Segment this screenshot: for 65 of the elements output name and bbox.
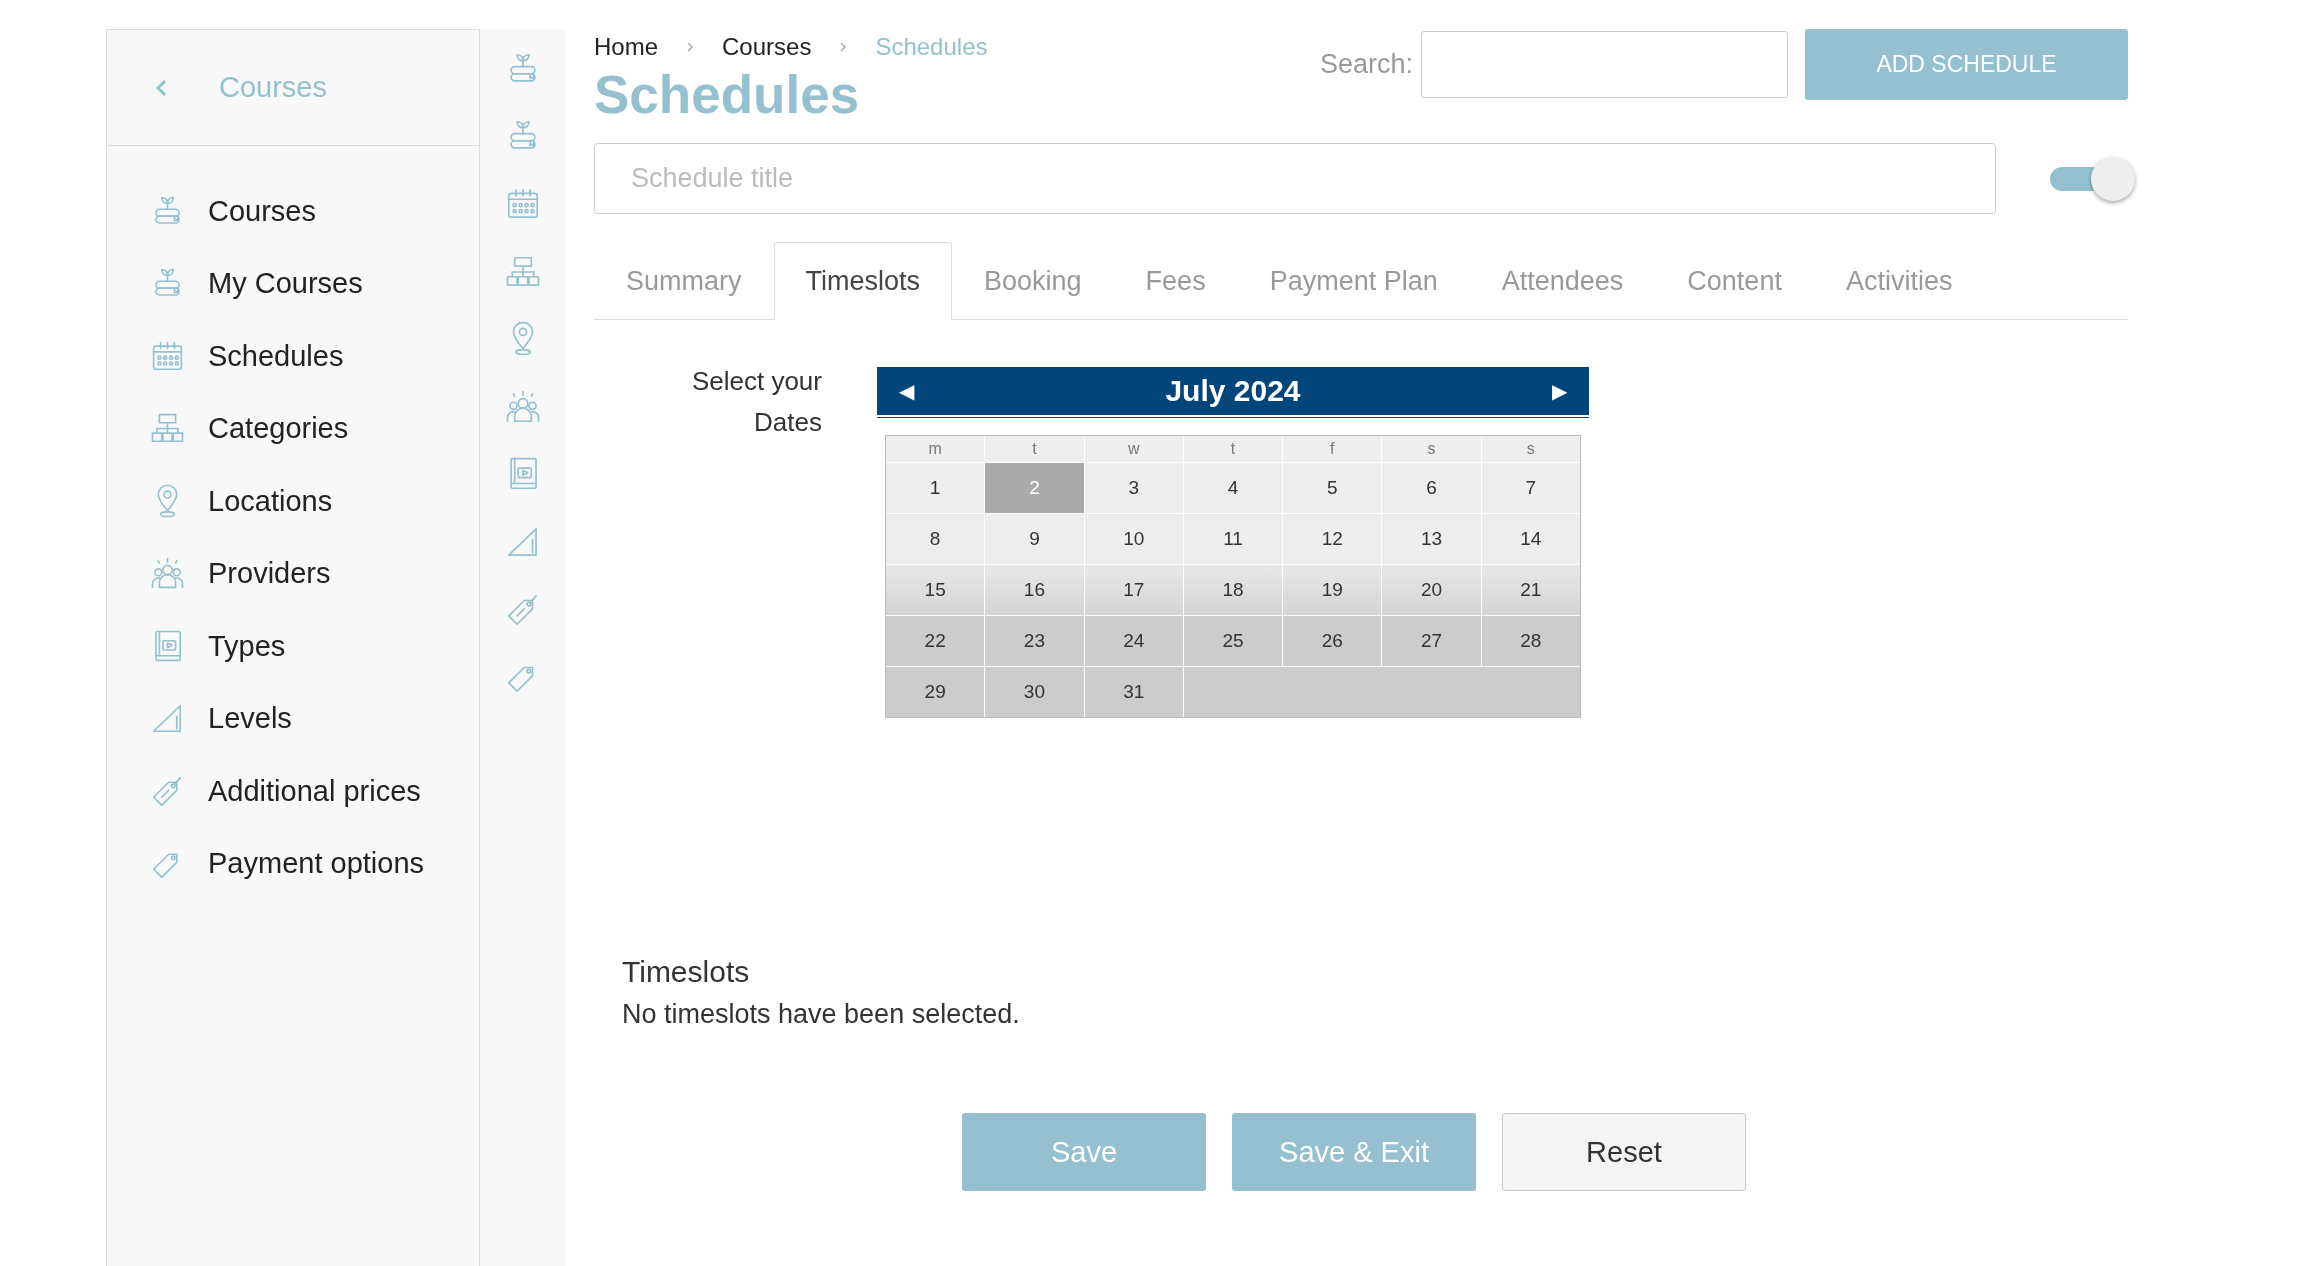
day-cell[interactable]: 19 — [1283, 565, 1382, 615]
breadcrumb-link[interactable]: Courses — [722, 33, 812, 61]
sidebar-item[interactable]: Locations — [107, 465, 479, 538]
day-cell[interactable]: 27 — [1382, 616, 1481, 666]
day-cell[interactable]: 8 — [886, 514, 985, 564]
previous-month-button[interactable]: ◀ — [895, 375, 918, 407]
day-cell[interactable]: 5 — [1283, 463, 1382, 513]
weekday-label: s — [1481, 436, 1580, 462]
day-cell[interactable]: 28 — [1481, 616, 1580, 666]
sidebar-item[interactable]: Additional prices — [107, 755, 479, 828]
day-cell[interactable]: 31 — [1084, 667, 1183, 717]
sidebar-item[interactable]: Categories — [107, 392, 479, 465]
day-cell[interactable]: 18 — [1183, 565, 1283, 615]
day-cell[interactable]: 1 — [886, 463, 985, 513]
day-cell[interactable]: 7 — [1481, 463, 1580, 513]
day-cell[interactable]: 3 — [1084, 463, 1183, 513]
section-heading: Timeslots — [622, 954, 751, 990]
empty-message: No timeslots have been selected. — [622, 998, 1021, 1031]
day-cell[interactable]: 17 — [1084, 565, 1183, 615]
day-cell[interactable]: 6 — [1382, 463, 1481, 513]
day-cell[interactable]: 16 — [985, 565, 1084, 615]
weekday-label: t — [1183, 436, 1283, 462]
chevron-right-icon — [686, 41, 695, 53]
schedule-title-field[interactable]: Schedule title — [594, 143, 1996, 214]
sidebar-item[interactable]: Payment options — [107, 827, 479, 900]
day-cell[interactable]: 30 — [985, 667, 1084, 717]
day-cell[interactable]: 4 — [1183, 463, 1283, 513]
day-cell[interactable]: 21 — [1481, 565, 1580, 615]
date-select-label: Select your Dates — [690, 365, 822, 439]
search-field[interactable] — [1421, 31, 1788, 98]
sidebar-item[interactable]: My Courses — [107, 247, 479, 320]
breadcrumb-link[interactable]: Home — [594, 33, 659, 61]
sidebar-item[interactable]: Types — [107, 610, 479, 683]
weekday-label: f — [1283, 436, 1382, 462]
weekday-label: s — [1382, 436, 1481, 462]
next-month-button[interactable]: ▶ — [1548, 375, 1571, 407]
sidebar-item[interactable]: Levels — [107, 682, 479, 755]
reset-button[interactable]: Reset — [1502, 1113, 1746, 1191]
chevron-left-icon — [155, 78, 167, 97]
day-cell[interactable]: 23 — [985, 616, 1084, 666]
day-cell[interactable]: 29 — [886, 667, 985, 717]
day-cell[interactable]: 14 — [1481, 514, 1580, 564]
tab[interactable]: Timeslots — [773, 242, 953, 320]
day-cell[interactable]: 12 — [1283, 514, 1382, 564]
chevron-right-icon — [839, 41, 848, 53]
day-cell[interactable]: 13 — [1382, 514, 1481, 564]
weekday-label: m — [886, 436, 985, 462]
day-cell[interactable]: 24 — [1084, 616, 1183, 666]
toggle-switch[interactable] — [2050, 156, 2135, 201]
sidebar-item[interactable]: Schedules — [107, 320, 479, 393]
day-cell[interactable]: 20 — [1382, 565, 1481, 615]
page-title: Schedules — [594, 65, 861, 125]
weekday-label: w — [1084, 436, 1183, 462]
weekday-label: t — [985, 436, 1084, 462]
day-cell[interactable]: 22 — [886, 616, 985, 666]
sidebar-item[interactable]: Courses — [107, 175, 479, 248]
day-cell[interactable]: 25 — [1183, 616, 1283, 666]
day-cell[interactable]: 15 — [886, 565, 985, 615]
day-cell[interactable]: 11 — [1183, 514, 1283, 564]
search-label: Search: — [1319, 49, 1413, 80]
day-cell[interactable]: 26 — [1283, 616, 1382, 666]
day-cell[interactable]: 10 — [1084, 514, 1183, 564]
month-title: July 2024 — [1165, 374, 1301, 408]
sidebar-item[interactable]: Providers — [107, 537, 479, 610]
day-cell[interactable]: 9 — [985, 514, 1084, 564]
